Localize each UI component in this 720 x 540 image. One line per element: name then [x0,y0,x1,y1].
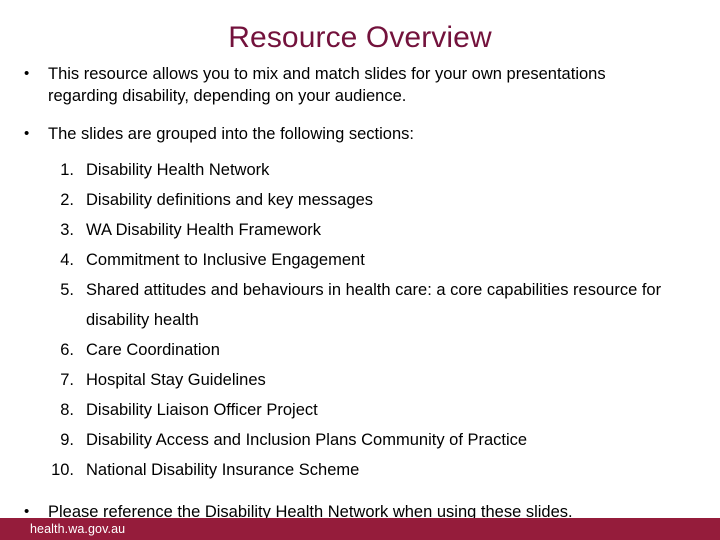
list-item-label: Disability definitions and key messages [86,191,374,209]
list-item-number: 1. [60,161,74,179]
sections-numbered-list: 1. Disability Health Network 2. Disabili… [0,155,720,485]
list-item-label: WA Disability Health Framework [86,221,322,239]
list-item: 7. Hospital Stay Guidelines [0,365,720,395]
list-item: 10. National Disability Insurance Scheme [0,455,720,485]
list-item: 1. Disability Health Network [0,155,720,185]
list-item: 5. Shared attitudes and behaviours in he… [0,275,720,335]
intro-bullet-1: • This resource allows you to mix and ma… [0,63,720,107]
page-title: Resource Overview [228,21,492,54]
list-item-label: Disability Access and Inclusion Plans Co… [86,431,528,449]
list-item: 8. Disability Liaison Officer Project [0,395,720,425]
list-item-number: 2. [60,191,74,209]
list-item-number: 6. [60,341,74,359]
slide-canvas: Resource Overview • This resource allows… [0,0,720,540]
footer-url-text: health.wa.gov.au [30,522,126,536]
list-item-label: Shared attitudes and behaviours in healt… [86,281,662,329]
list-item-number: 3. [60,221,74,239]
list-item-number: 8. [60,401,74,419]
list-item: 4. Commitment to Inclusive Engagement [0,245,720,275]
list-item-number: 10. [51,461,74,479]
list-item: 2. Disability definitions and key messag… [0,185,720,215]
list-item-label: Disability Liaison Officer Project [86,401,318,419]
intro-bullet-2: • The slides are grouped into the follow… [0,123,720,145]
bullet-point-icon: • [24,125,30,142]
list-item-number: 4. [60,251,74,269]
footer-bar: health.wa.gov.au [0,518,720,540]
intro-bullet-2-text: The slides are grouped into the followin… [48,125,414,143]
list-item-label: Commitment to Inclusive Engagement [86,251,365,269]
list-item-number: 7. [60,371,74,389]
list-item: 3. WA Disability Health Framework [0,215,720,245]
slide-body: • This resource allows you to mix and ma… [0,63,720,523]
list-item-label: Disability Health Network [86,161,270,179]
bullet-point-icon: • [24,65,30,82]
list-item: 6. Care Coordination [0,335,720,365]
list-item: 9. Disability Access and Inclusion Plans… [0,425,720,455]
list-item-number: 5. [60,281,74,299]
list-item-number: 9. [60,431,74,449]
list-item-label: Hospital Stay Guidelines [86,371,266,389]
list-item-label: Care Coordination [86,341,220,359]
intro-bullet-1-text: This resource allows you to mix and matc… [48,65,606,105]
list-item-label: National Disability Insurance Scheme [86,461,360,479]
